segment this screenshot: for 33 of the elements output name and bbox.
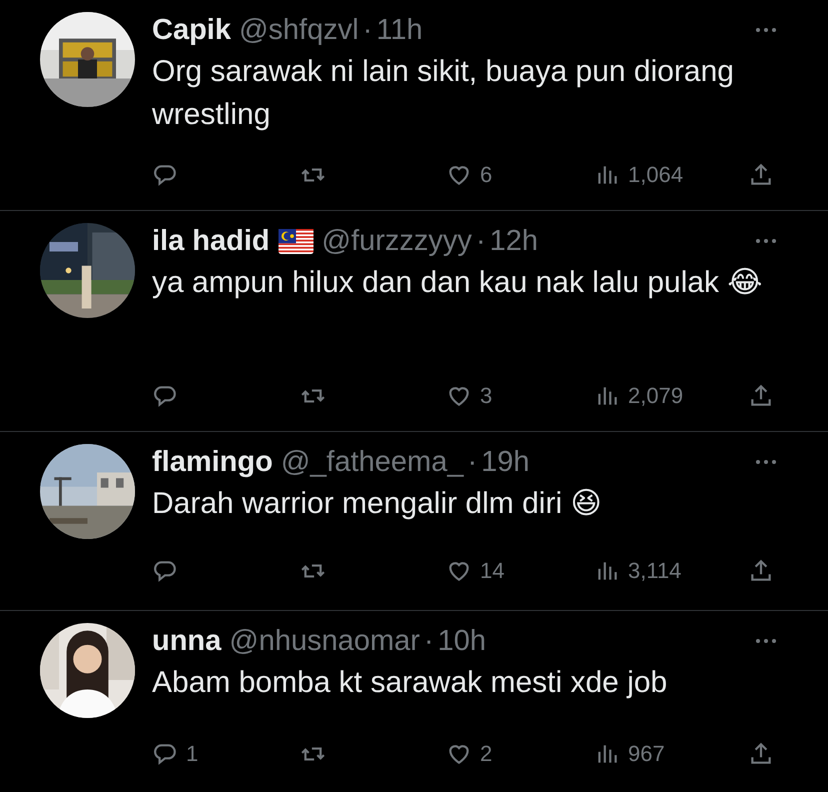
view-count: 1,064 — [628, 162, 684, 188]
reply-icon[interactable] — [152, 162, 178, 188]
user-handle[interactable]: @nhusnaomar — [229, 624, 420, 658]
separator-dot: · — [476, 224, 486, 258]
post-time: 10h — [438, 624, 486, 658]
reply-icon[interactable] — [152, 558, 178, 584]
user-name[interactable]: unna — [152, 624, 222, 658]
reply-text: Darah warrior mengalir dlm diri 😆 — [152, 486, 603, 522]
view-count: 3,114 — [628, 558, 682, 584]
view-count: 967 — [628, 741, 665, 767]
separator-dot: · — [467, 446, 478, 478]
like-count: 2 — [480, 741, 492, 767]
like-count: 6 — [480, 162, 492, 188]
separator-dot: · — [424, 624, 434, 658]
reply-text: ya ampun hilux dan dan kau nak lalu pulak 😂 — [152, 265, 764, 301]
post-time: 12h — [490, 224, 538, 258]
reply-count: 1 — [186, 741, 198, 767]
post-time: 19h — [481, 446, 530, 478]
reply-text: Abam bomba kt sarawak mesti xde job — [152, 665, 668, 701]
view-count: 2,079 — [628, 383, 684, 409]
user-name[interactable]: ila hadid — [152, 224, 270, 258]
reply-icon[interactable] — [152, 383, 178, 409]
like-count: 3 — [480, 383, 492, 409]
separator-dot: · — [362, 14, 372, 46]
user-handle[interactable]: @furzzzyyy — [322, 224, 472, 258]
reply-icon[interactable] — [152, 741, 178, 767]
user-name[interactable]: Capik — [152, 14, 231, 46]
user-name[interactable]: flamingo — [152, 446, 273, 478]
reply-text: Org sarawak ni lain sikit, buaya pun diorang wrestling — [152, 54, 735, 133]
user-handle[interactable]: @shfqzvl — [238, 14, 359, 46]
user-handle[interactable]: @_fatheema_ — [280, 446, 464, 478]
like-count: 14 — [480, 558, 504, 584]
post-time: 11h — [376, 14, 423, 46]
